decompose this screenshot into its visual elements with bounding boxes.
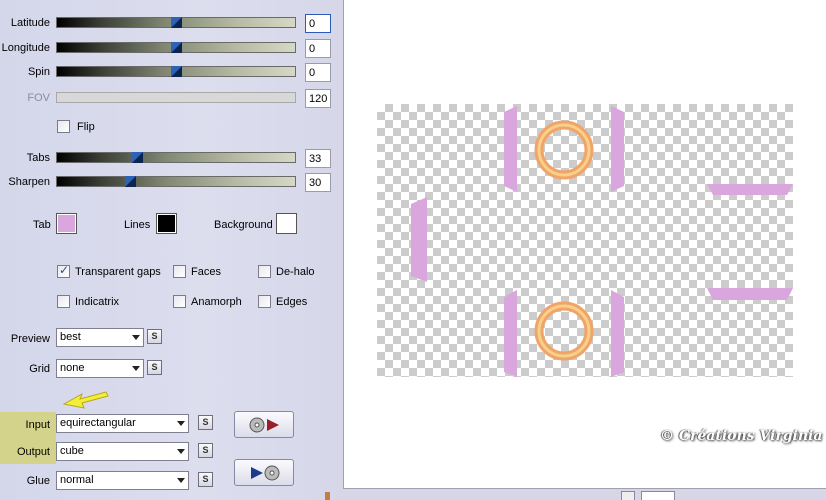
sharpen-value-input[interactable]: 30 (305, 173, 331, 192)
transparent-gaps-checkbox[interactable] (57, 263, 70, 278)
edges-label: Edges (276, 296, 308, 308)
spin-slider[interactable] (56, 66, 296, 77)
status-strip (343, 488, 826, 500)
preview-tab (611, 290, 624, 377)
play-disc-icon (251, 465, 280, 481)
preview-select[interactable]: best (56, 328, 144, 347)
preview-tab (504, 290, 517, 377)
input-select-value: equirectangular (60, 417, 136, 429)
glue-label: Glue (26, 475, 50, 487)
faces-checkbox[interactable] (173, 265, 186, 278)
preview-ring-inner (537, 304, 591, 358)
chevron-down-icon (132, 366, 140, 371)
lines-color-swatch[interactable] (156, 213, 177, 234)
edges-checkbox[interactable] (258, 295, 271, 308)
chevron-down-icon (132, 335, 140, 340)
transparent-gaps-label: Transparent gaps (75, 266, 161, 278)
output-s-button[interactable]: S (198, 443, 213, 458)
anamorph-checkbox[interactable] (173, 295, 186, 308)
faces-label: Faces (191, 266, 221, 278)
background-color-label: Background (214, 219, 273, 231)
splitter-bar[interactable] (325, 0, 343, 500)
cube-map-preview (411, 106, 793, 377)
flip-checkbox[interactable] (57, 120, 70, 133)
input-label: Input (25, 419, 50, 431)
preview-tab (411, 197, 427, 282)
de-halo-checkbox[interactable] (258, 265, 271, 278)
fov-label: FOV (27, 92, 50, 104)
longitude-slider[interactable] (56, 42, 296, 53)
tabs-slider[interactable] (56, 152, 296, 163)
preview-tab (707, 288, 793, 300)
glue-select-value: normal (60, 474, 94, 486)
output-select-value: cube (60, 445, 84, 457)
arrow-annotation-icon (62, 391, 109, 409)
latitude-value-input[interactable]: 0 (305, 14, 331, 33)
preview-select-value: best (60, 331, 81, 343)
slider-thumb[interactable] (171, 66, 182, 77)
tab-color-label: Tab (33, 219, 51, 231)
status-box (621, 491, 635, 500)
render-reverse-button[interactable] (234, 459, 294, 486)
indicatrix-checkbox[interactable] (57, 295, 70, 308)
glue-select[interactable]: normal (56, 471, 189, 490)
resize-handle[interactable] (325, 492, 330, 500)
disc-play-icon (249, 417, 279, 433)
tabs-value-input[interactable]: 33 (305, 149, 331, 168)
glue-s-button[interactable]: S (198, 472, 213, 487)
grid-label: Grid (29, 363, 50, 375)
preview-tab (611, 106, 624, 192)
latitude-label: Latitude (10, 17, 50, 29)
grid-s-button[interactable]: S (147, 360, 162, 375)
spin-label: Spin (27, 66, 50, 78)
fov-slider (56, 92, 296, 103)
slider-thumb[interactable] (171, 42, 182, 53)
longitude-label: Longitude (1, 42, 50, 54)
input-s-button[interactable]: S (198, 415, 213, 430)
preview-tab (707, 184, 793, 195)
latitude-slider[interactable] (56, 17, 296, 28)
de-halo-label: De-halo (276, 266, 315, 278)
status-field (641, 491, 675, 500)
slider-thumb[interactable] (171, 17, 182, 28)
preview-ring-inner (537, 123, 591, 177)
output-select[interactable]: cube (56, 442, 189, 461)
watermark-text: © Créations Virginia (660, 428, 823, 444)
preview-label: Preview (10, 333, 50, 345)
chevron-down-icon (177, 421, 185, 426)
chevron-down-icon (177, 478, 185, 483)
output-label: Output (16, 446, 50, 458)
chevron-down-icon (177, 449, 185, 454)
sharpen-slider[interactable] (56, 176, 296, 187)
slider-thumb[interactable] (132, 152, 143, 163)
tab-color-swatch[interactable] (56, 213, 77, 234)
longitude-value-input[interactable]: 0 (305, 39, 331, 58)
render-forward-button[interactable] (234, 411, 294, 438)
grid-select-value: none (60, 362, 85, 374)
lines-color-label: Lines (124, 219, 151, 231)
settings-panel: Latitude 0 Longitude 0 Spin 0 FOV 120 Fl… (0, 0, 336, 500)
preview-tab (504, 106, 517, 192)
slider-thumb[interactable] (125, 176, 136, 187)
anamorph-label: Anamorph (191, 296, 242, 308)
grid-select[interactable]: none (56, 359, 144, 378)
background-color-swatch[interactable] (276, 213, 297, 234)
sharpen-label: Sharpen (8, 176, 50, 188)
input-select[interactable]: equirectangular (56, 414, 189, 433)
preview-canvas: © Créations Virginia (343, 0, 826, 488)
preview-s-button[interactable]: S (147, 329, 162, 344)
fov-value-input[interactable]: 120 (305, 89, 331, 108)
transparency-checkerboard (377, 104, 793, 377)
tabs-label: Tabs (26, 152, 50, 164)
flip-label: Flip (77, 121, 95, 133)
spin-value-input[interactable]: 0 (305, 63, 331, 82)
indicatrix-label: Indicatrix (75, 296, 120, 308)
